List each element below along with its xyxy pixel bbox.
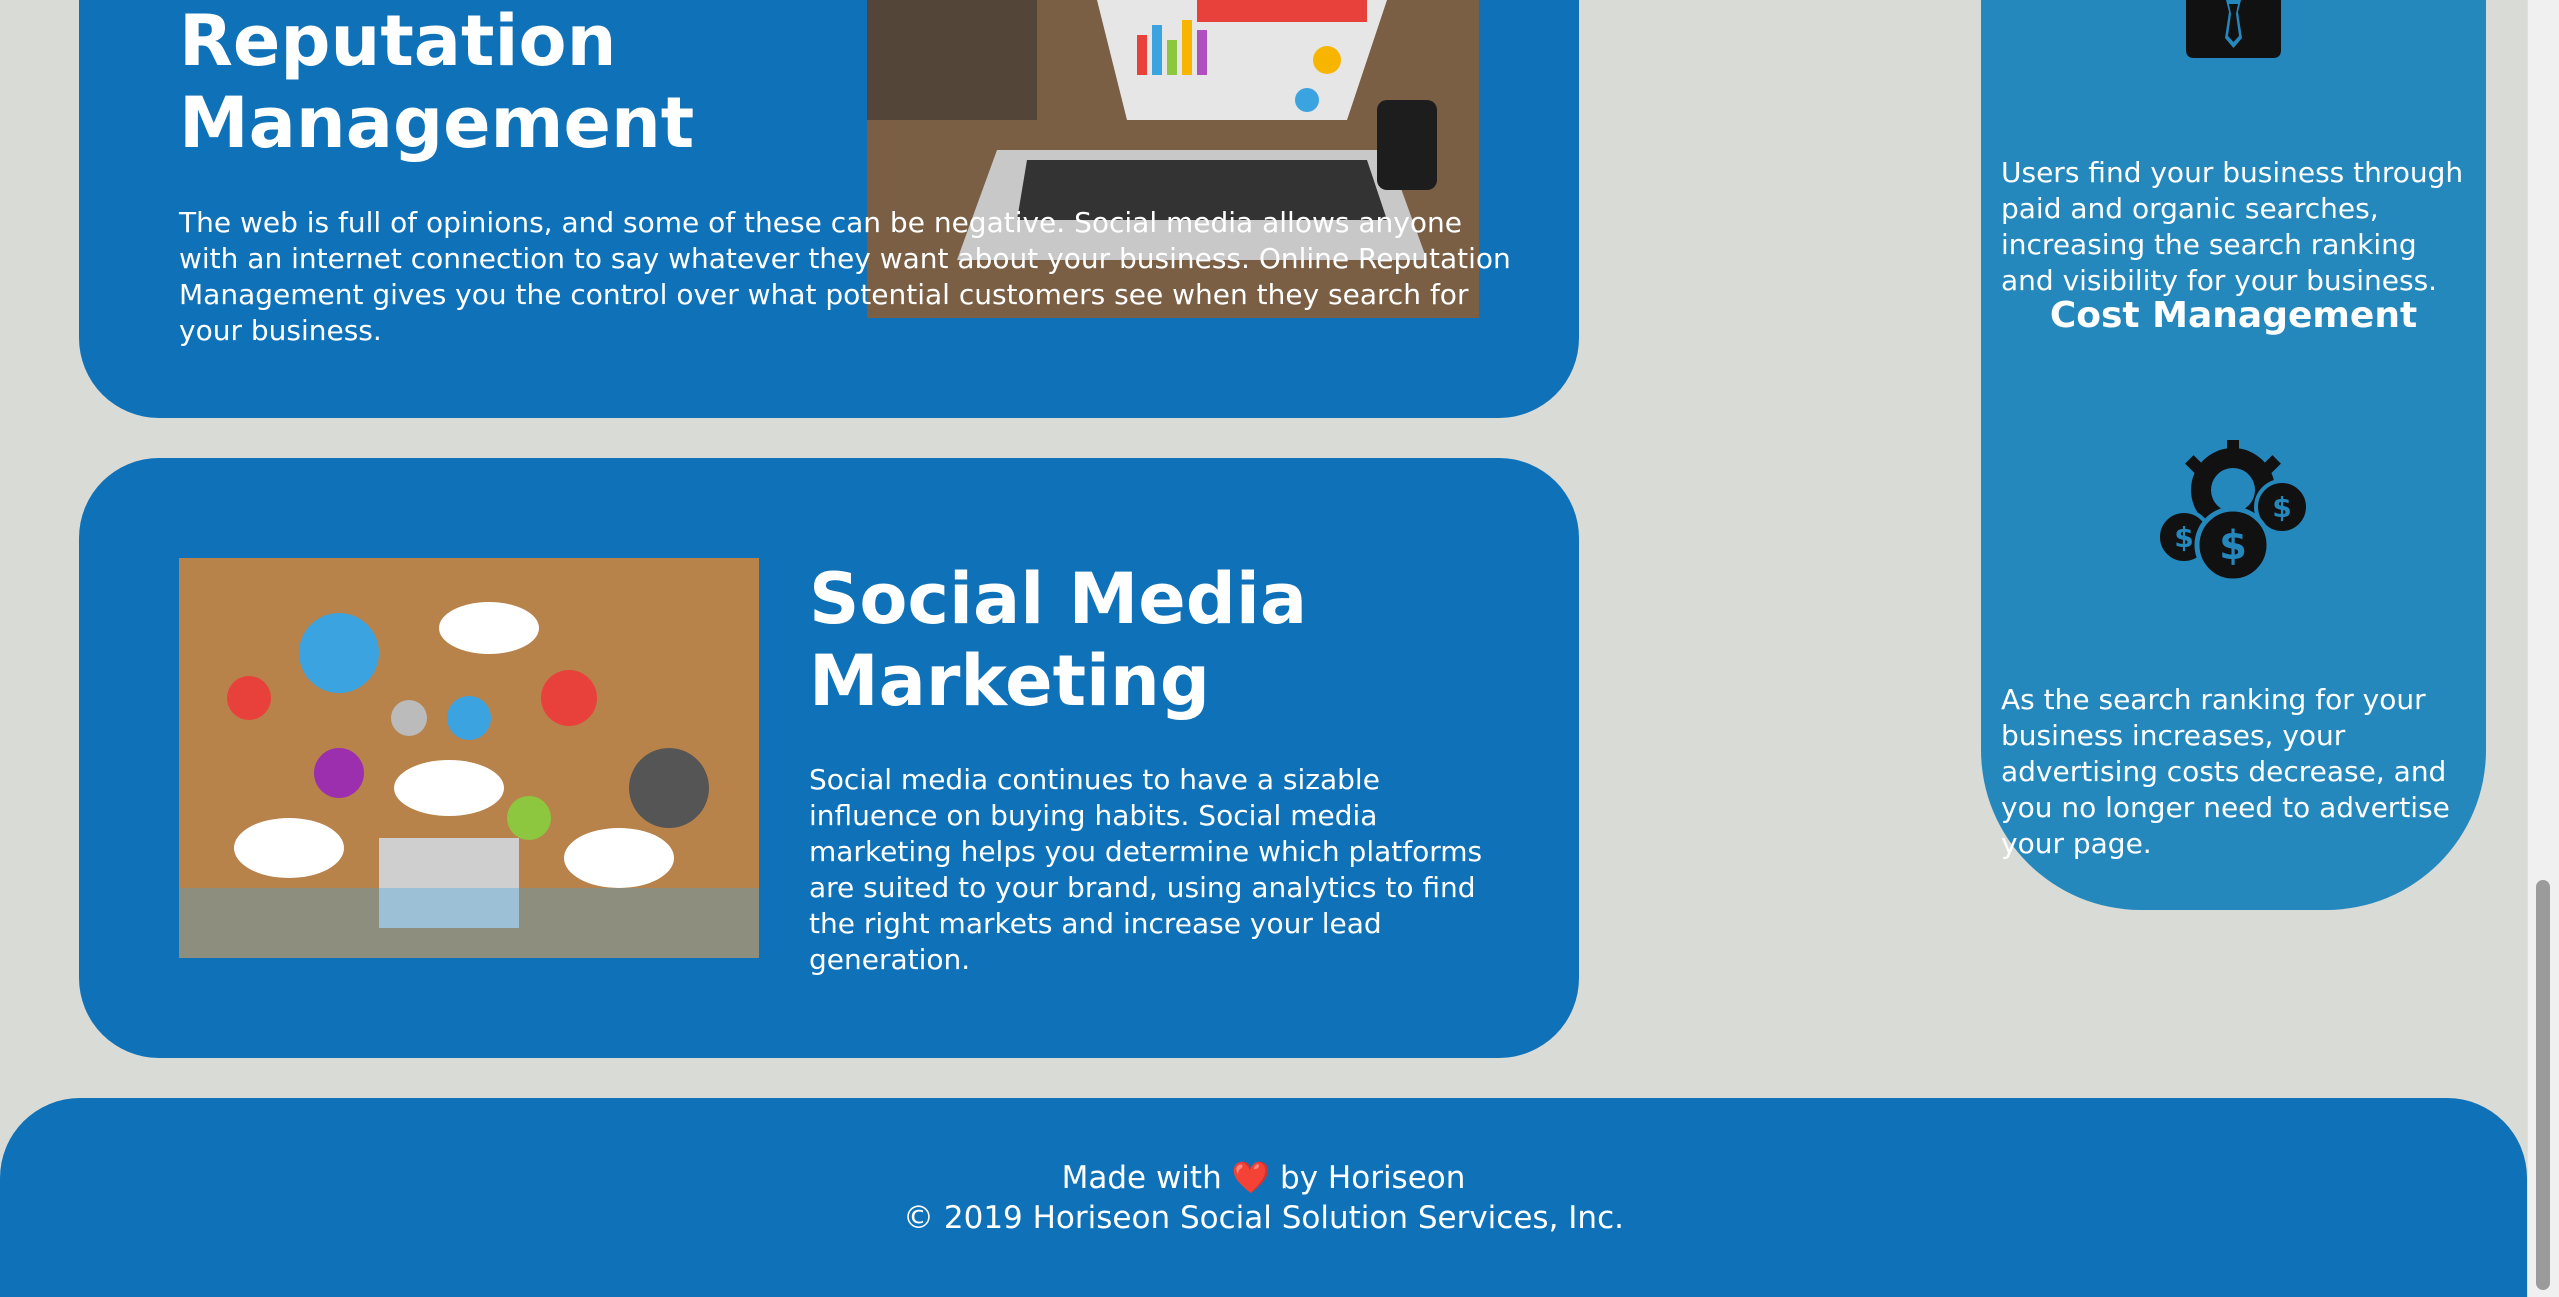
reputation-description: The web is full of opinions, and some of… bbox=[179, 206, 1511, 347]
heart-icon: ❤️ bbox=[1231, 1160, 1271, 1196]
footer-copyright: © 2019 Horiseon Social Solution Services… bbox=[903, 1200, 1624, 1236]
svg-text:$: $ bbox=[2272, 491, 2291, 524]
page-footer: Made with ❤️ by Horiseon © 2019 Horiseon… bbox=[0, 1098, 2527, 1297]
footer-made-with: Made with ❤️ by Horiseon bbox=[1061, 1160, 1466, 1196]
person-tie-icon bbox=[2186, 0, 2281, 60]
scrollbar-thumb[interactable] bbox=[2536, 880, 2550, 1290]
cost-management-heading: Cost Management bbox=[2049, 295, 2418, 336]
reputation-heading: Reputation Management bbox=[179, 0, 695, 164]
gear-dollar-icon: $ $ $ bbox=[2156, 435, 2311, 585]
page-scrollbar[interactable] bbox=[2527, 0, 2559, 1297]
social-media-heading: Social Media Marketing bbox=[809, 558, 1308, 722]
social-media-marketing-section: Social Media Marketing Social media cont… bbox=[79, 458, 1579, 1058]
benefits-sidebar: Users find your business through paid an… bbox=[1981, 0, 2486, 910]
reputation-management-section: Reputation Management The web is full of… bbox=[79, 0, 1579, 418]
cost-management-text: As the search ranking for your business … bbox=[2001, 683, 2450, 860]
social-media-description: Social media continues to have a sizable… bbox=[809, 763, 1483, 976]
svg-text:$: $ bbox=[2174, 521, 2193, 554]
svg-text:$: $ bbox=[2219, 523, 2247, 569]
lead-generation-text: Users find your business through paid an… bbox=[2001, 156, 2464, 297]
social-media-table-image bbox=[179, 558, 759, 958]
